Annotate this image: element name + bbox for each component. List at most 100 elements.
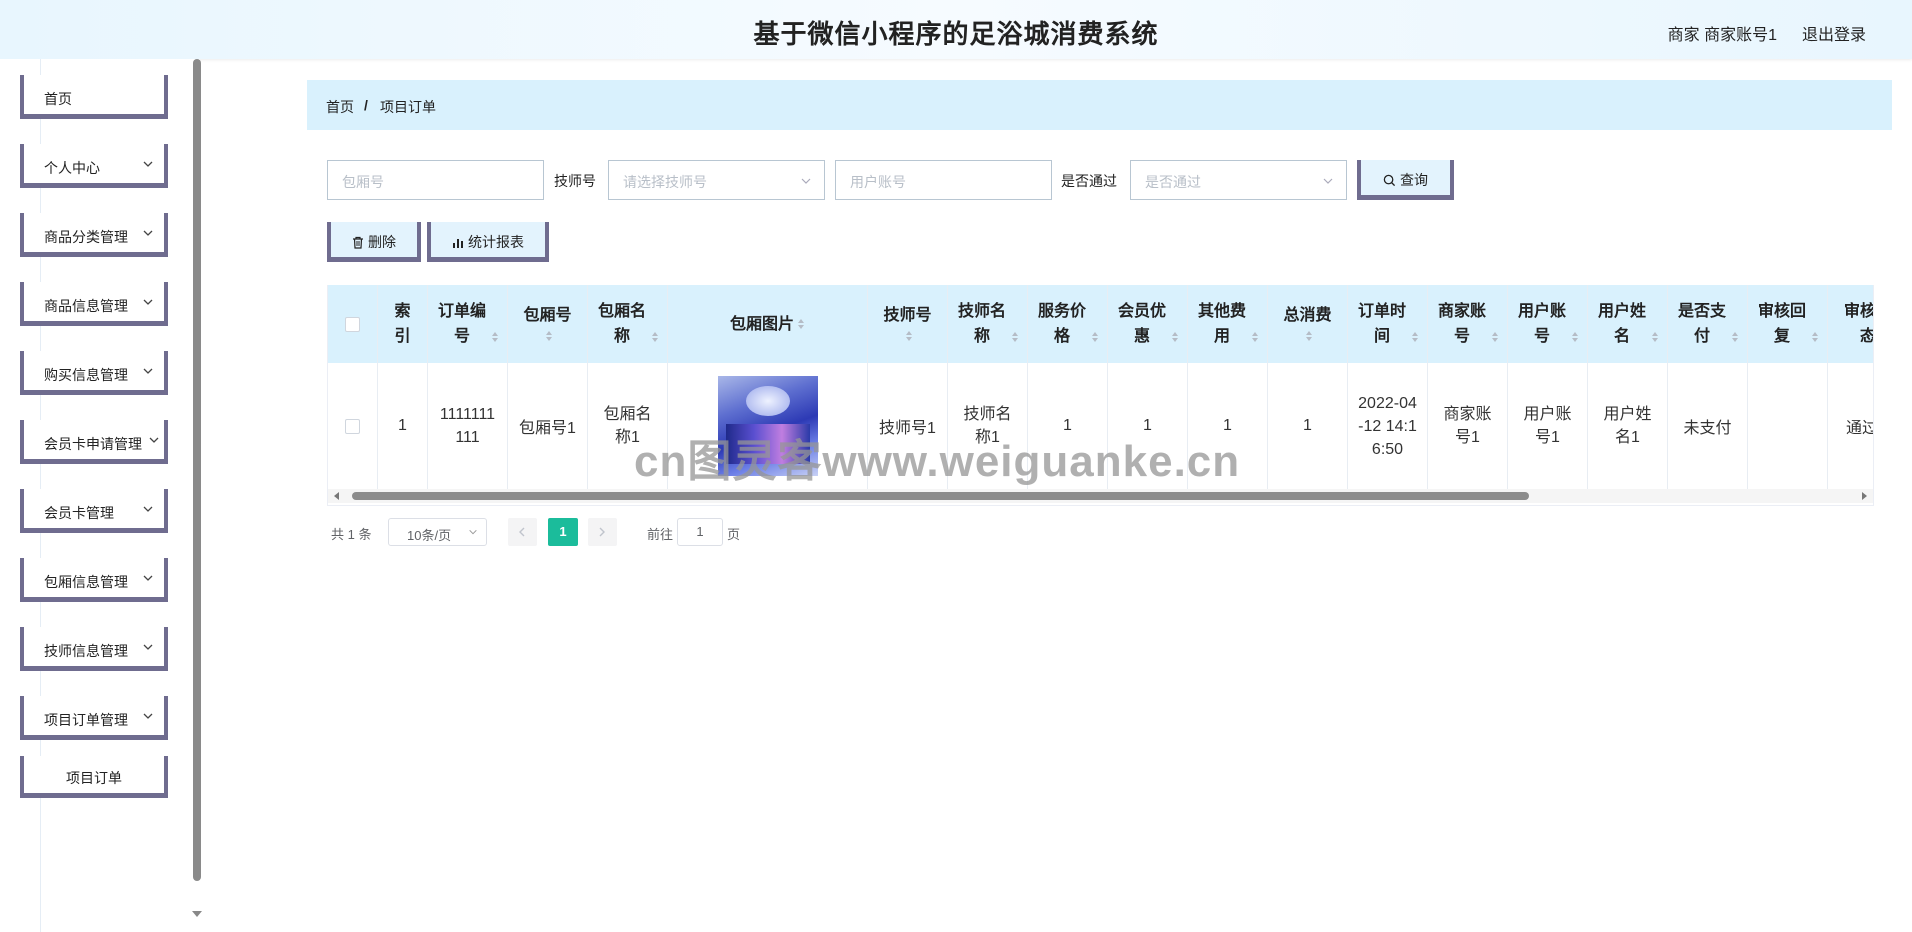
- sort-icon[interactable]: [1811, 331, 1819, 343]
- sidebar-item-purchase[interactable]: 购买信息管理: [20, 351, 168, 395]
- column-header[interactable]: 审核回复: [1748, 285, 1828, 363]
- sidebar-item-label: 项目订单管理: [44, 712, 128, 728]
- table-cell: 商家账号1: [1428, 363, 1508, 489]
- sidebar-item-goods[interactable]: 商品信息管理: [20, 282, 168, 326]
- column-header[interactable]: 商家账号: [1428, 285, 1508, 363]
- sort-icon[interactable]: [1491, 331, 1499, 343]
- sidebar-subitem-order[interactable]: 项目订单: [20, 756, 168, 798]
- row-checkbox[interactable]: [345, 418, 360, 434]
- sidebar-item-personal-center[interactable]: 个人中心: [20, 144, 168, 188]
- breadcrumb-current: 项目订单: [380, 99, 436, 115]
- pagination-total: 共 1 条: [331, 527, 372, 542]
- table-cell: 未支付: [1668, 363, 1748, 489]
- sort-icon[interactable]: [1171, 331, 1179, 343]
- sort-icon[interactable]: [545, 330, 553, 342]
- chevron-down-icon: [143, 713, 153, 719]
- query-button[interactable]: 查询: [1357, 160, 1454, 200]
- room-no-input[interactable]: 包厢号: [327, 160, 544, 200]
- goto-label: 前往: [647, 527, 674, 542]
- header-select-all[interactable]: [328, 285, 378, 363]
- page-size-value: 10条/页: [407, 528, 452, 543]
- page-number-current[interactable]: 1: [548, 518, 578, 546]
- column-header[interactable]: 技师名称: [948, 285, 1028, 363]
- chevron-right-icon: [599, 527, 605, 537]
- delete-button-label: 删除: [368, 234, 396, 250]
- table-cell: 1111111111: [428, 363, 508, 489]
- chevron-down-icon: [143, 368, 153, 374]
- page-size-select[interactable]: 10条/页: [388, 518, 487, 546]
- column-header[interactable]: 其他费用: [1188, 285, 1268, 363]
- sort-icon[interactable]: [905, 330, 913, 342]
- chevron-down-icon: [469, 529, 477, 535]
- sidebar-item-room[interactable]: 包厢信息管理: [20, 558, 168, 602]
- sort-icon[interactable]: [1305, 330, 1313, 342]
- row-select[interactable]: [328, 363, 378, 489]
- sidebar-item-card-apply[interactable]: 会员卡申请管理: [20, 420, 168, 464]
- table-horizontal-scrollbar[interactable]: [328, 489, 1873, 503]
- sidebar-scrollbar[interactable]: [193, 59, 201, 881]
- chevron-down-icon: [143, 506, 153, 512]
- tech-label: 技师号: [554, 173, 596, 189]
- sort-icon[interactable]: [491, 331, 499, 343]
- tech-select[interactable]: 请选择技师号: [608, 160, 825, 200]
- scroll-down-arrow-icon[interactable]: [192, 911, 202, 917]
- sidebar-item-order-manage[interactable]: 项目订单管理: [20, 696, 168, 740]
- sort-icon[interactable]: [651, 331, 659, 343]
- column-header[interactable]: 技师号: [868, 285, 948, 363]
- column-header[interactable]: 是否支付: [1668, 285, 1748, 363]
- watermark: cn图灵客www.weiguanke.cn: [634, 437, 1241, 486]
- next-page-button[interactable]: [588, 518, 617, 546]
- sidebar-item-category[interactable]: 商品分类管理: [20, 213, 168, 257]
- report-button[interactable]: 统计报表: [427, 222, 549, 262]
- sidebar-item-label: 项目订单: [66, 770, 122, 786]
- column-header[interactable]: 包厢号: [508, 285, 588, 363]
- column-header[interactable]: 包厢名称: [588, 285, 668, 363]
- table-cell: 通过: [1828, 363, 1873, 489]
- sidebar-item-home[interactable]: 首页: [20, 75, 168, 119]
- column-header[interactable]: 服务价格: [1028, 285, 1108, 363]
- sort-icon[interactable]: [1731, 331, 1739, 343]
- sidebar-item-card[interactable]: 会员卡管理: [20, 489, 168, 533]
- select-all-checkbox[interactable]: [345, 316, 360, 332]
- prev-page-button[interactable]: [508, 518, 537, 546]
- breadcrumb-home[interactable]: 首页: [326, 97, 354, 117]
- pass-label: 是否通过: [1061, 173, 1117, 189]
- sidebar: 首页 个人中心 商品分类管理 商品信息管理 购买信息管理 会员卡申请管理 会员卡…: [0, 59, 202, 932]
- scroll-right-arrow-icon[interactable]: [1862, 492, 1867, 500]
- delete-button[interactable]: 删除: [327, 222, 421, 262]
- chevron-down-icon: [143, 575, 153, 581]
- column-header[interactable]: 审核状态: [1828, 285, 1873, 363]
- table-cell: 1: [1268, 363, 1348, 489]
- column-header[interactable]: 订单编号: [428, 285, 508, 363]
- sort-icon[interactable]: [1571, 331, 1579, 343]
- column-header[interactable]: 包厢图片: [668, 285, 868, 363]
- sort-icon[interactable]: [1091, 331, 1099, 343]
- table-header: 索引 订单编号 包厢号 包厢名称 包厢图片 技师号 技师名称 服务价格 会员优惠…: [328, 285, 1873, 363]
- scrollbar-thumb[interactable]: [352, 492, 1529, 500]
- sidebar-item-technician[interactable]: 技师信息管理: [20, 627, 168, 671]
- sidebar-item-label: 技师信息管理: [44, 643, 128, 659]
- logout-link[interactable]: 退出登录: [1802, 21, 1866, 45]
- column-header[interactable]: 用户姓名: [1588, 285, 1668, 363]
- column-header[interactable]: 总消费: [1268, 285, 1348, 363]
- sort-icon[interactable]: [1251, 331, 1259, 343]
- chevron-down-icon: [143, 230, 153, 236]
- sort-icon[interactable]: [1011, 331, 1019, 343]
- column-header[interactable]: 订单时间: [1348, 285, 1428, 363]
- sort-icon[interactable]: [797, 318, 805, 330]
- sidebar-item-label: 商品分类管理: [44, 229, 128, 245]
- app-title: 基于微信小程序的足浴城消费系统: [753, 19, 1159, 49]
- column-header[interactable]: 会员优惠: [1108, 285, 1188, 363]
- current-user: 商家 商家账号1: [1667, 27, 1777, 44]
- sort-icon[interactable]: [1651, 331, 1659, 343]
- chevron-left-icon: [519, 527, 525, 537]
- column-header[interactable]: 用户账号: [1508, 285, 1588, 363]
- sidebar-item-label: 商品信息管理: [44, 298, 128, 314]
- table-cell: 用户姓名1: [1588, 363, 1668, 489]
- column-header: 索引: [378, 285, 428, 363]
- goto-page-input[interactable]: 1: [677, 518, 723, 546]
- sort-icon[interactable]: [1411, 331, 1419, 343]
- scroll-left-arrow-icon[interactable]: [334, 492, 339, 500]
- user-account-input[interactable]: 用户账号: [835, 160, 1052, 200]
- pass-select[interactable]: 是否通过: [1130, 160, 1347, 200]
